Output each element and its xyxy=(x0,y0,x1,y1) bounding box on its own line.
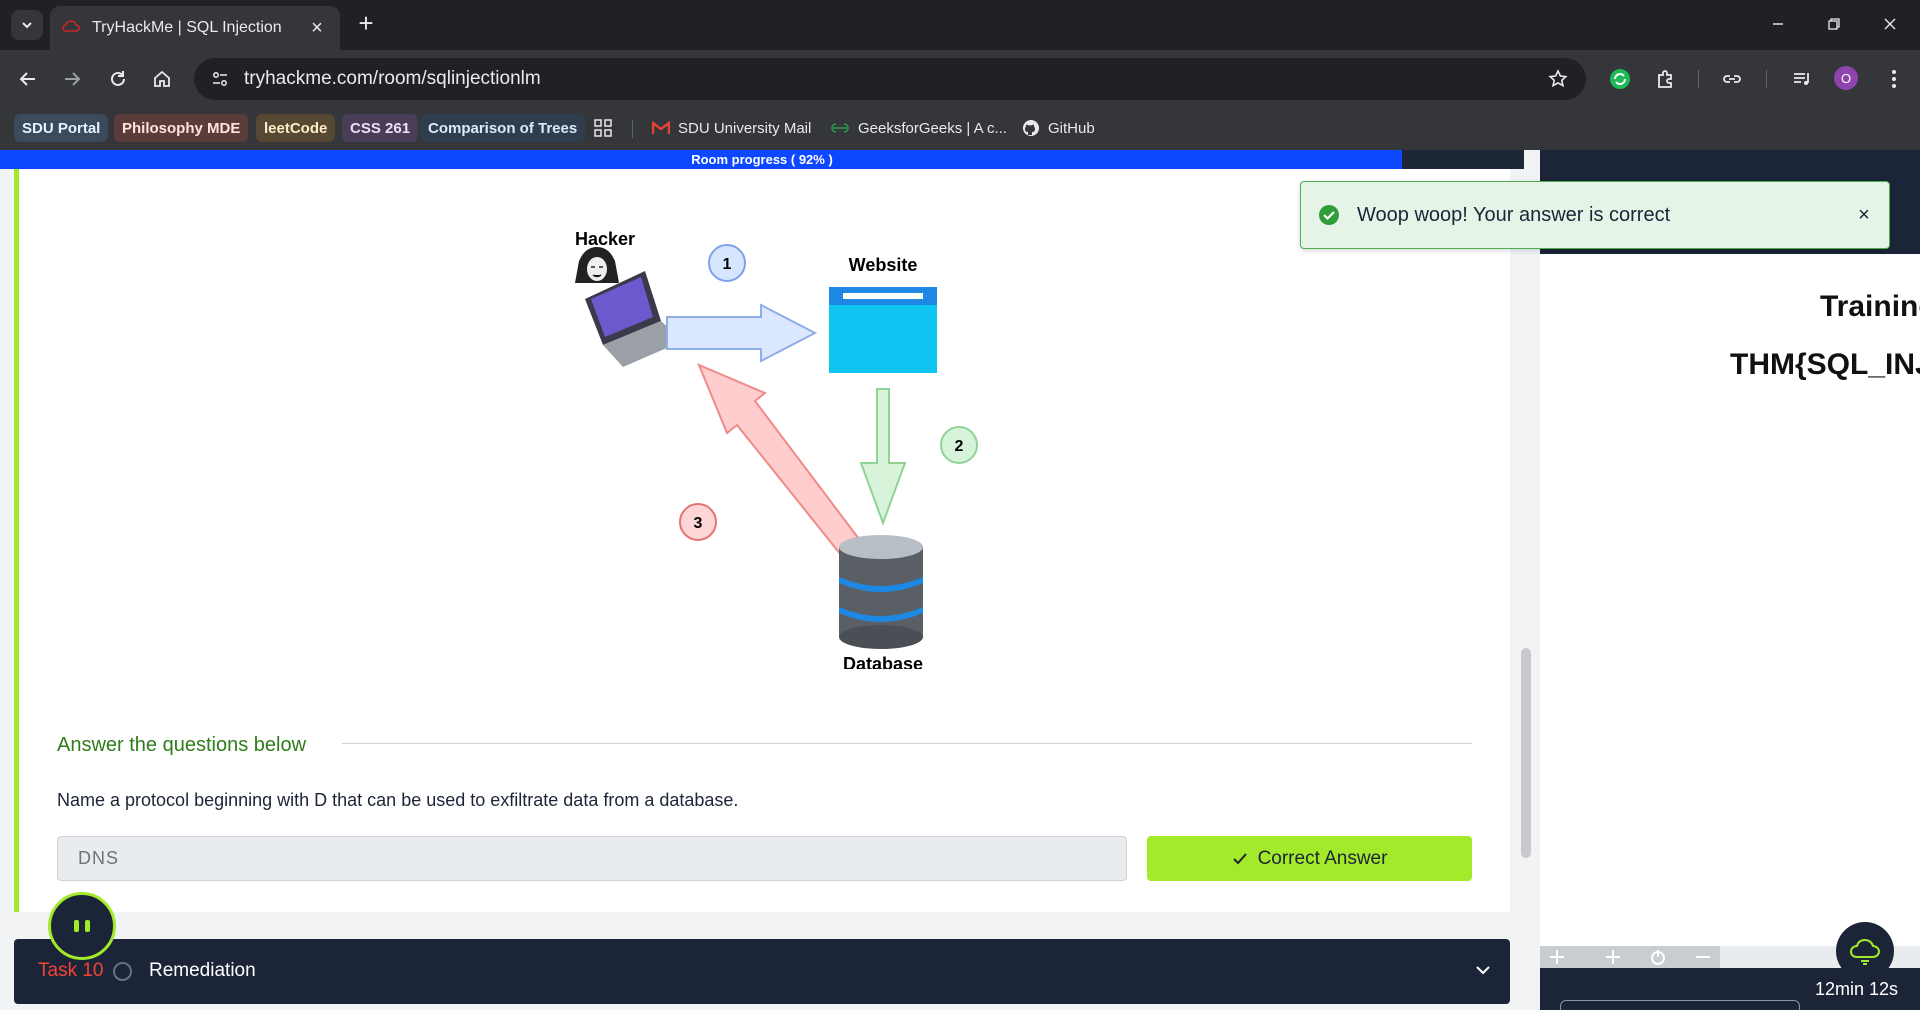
minimize-icon xyxy=(1773,23,1783,25)
question-text: Name a protocol beginning with D that ca… xyxy=(57,790,739,810)
assistant-fab-button[interactable] xyxy=(48,892,116,960)
geeksforgeeks-icon xyxy=(830,122,850,134)
bookmark-sdu-portal[interactable]: SDU Portal xyxy=(14,114,109,142)
forward-button[interactable] xyxy=(54,61,90,97)
bookmark-leetcode[interactable]: leetCode xyxy=(256,114,336,142)
restore-icon xyxy=(1828,18,1840,30)
bookmark-label: GitHub xyxy=(1048,119,1095,137)
task-title: Remediation xyxy=(149,960,256,981)
website-icon xyxy=(829,287,937,373)
heading-divider xyxy=(342,743,1472,744)
machine-timer: 12min 12s xyxy=(1815,979,1899,999)
flag-text: THM{SQL_INJ xyxy=(1730,348,1920,381)
bookmark-sdu-mail[interactable]: SDU University Mail xyxy=(652,114,811,142)
bookmark-comparison-of-trees[interactable]: Comparison of Trees xyxy=(420,114,586,142)
machine-tab[interactable] xyxy=(1560,1000,1800,1010)
assistant-eye-icon xyxy=(85,920,90,932)
correct-answer-button[interactable]: Correct Answer xyxy=(1147,836,1472,881)
gmail-icon xyxy=(652,121,670,135)
step-3-number: 3 xyxy=(694,515,703,532)
tab-title: TryHackMe | SQL Injection xyxy=(92,19,282,36)
extensions-puzzle-icon[interactable] xyxy=(1650,63,1682,95)
address-bar[interactable]: tryhackme.com/room/sqlinjectionlm xyxy=(194,58,1586,100)
toolbar-divider xyxy=(1766,70,1767,88)
hacker-label: Hacker xyxy=(575,229,635,249)
check-circle-icon xyxy=(1319,205,1339,225)
url-text: tryhackme.com/room/sqlinjectionlm xyxy=(244,68,541,89)
bookmark-label: GeeksforGeeks | A c... xyxy=(858,119,1007,137)
extension-sync-icon[interactable] xyxy=(1604,63,1636,95)
media-queue-icon[interactable] xyxy=(1786,63,1818,95)
chevron-down-icon xyxy=(22,22,32,29)
answer-questions-heading: Answer the questions below xyxy=(57,734,307,756)
bookmark-star-icon[interactable] xyxy=(1538,69,1578,89)
tab-close-icon[interactable]: × xyxy=(306,17,328,40)
bookmark-label: SDU University Mail xyxy=(678,119,812,137)
room-progress-label: Room progress ( 92% ) xyxy=(691,152,833,167)
toast-close-icon[interactable]: × xyxy=(1839,204,1889,227)
sqli-exfiltration-diagram: Hacker 1 Website 2 3 Database xyxy=(575,229,978,669)
tab-search-button[interactable] xyxy=(11,10,43,40)
cloud-chat-icon xyxy=(1849,938,1881,965)
site-info-icon[interactable] xyxy=(202,70,238,88)
tryhackme-favicon-icon xyxy=(62,20,80,32)
chevron-down-icon[interactable] xyxy=(1474,961,1492,984)
task-number: Task 10 xyxy=(38,960,104,981)
toolbar-divider xyxy=(1698,70,1699,88)
bookmarks-divider xyxy=(632,120,633,138)
close-icon xyxy=(1884,18,1896,30)
bookmark-philosophy-mde[interactable]: Philosophy MDE xyxy=(114,114,249,142)
assistant-eye-icon xyxy=(74,920,79,932)
database-icon xyxy=(839,535,923,649)
more-menu-icon[interactable] xyxy=(1878,63,1910,95)
chat-assistant-button[interactable] xyxy=(1836,922,1894,980)
arrow-website-to-database xyxy=(859,388,907,526)
correct-answer-label: Correct Answer xyxy=(1257,847,1388,869)
apps-grid-icon[interactable] xyxy=(594,114,612,142)
task-10-header[interactable]: Task 10 Remediation xyxy=(14,939,1510,1004)
check-icon xyxy=(1232,852,1248,866)
bookmarks-bar: SDU Portal Philosophy MDE leetCode CSS 2… xyxy=(0,108,1920,150)
toast-message: Woop woop! Your answer is correct xyxy=(1357,203,1671,226)
step-2-number: 2 xyxy=(955,438,964,455)
database-label: Database xyxy=(843,654,923,669)
restore-button[interactable] xyxy=(1814,8,1854,40)
link-icon[interactable] xyxy=(1716,63,1748,95)
bookmark-geeksforgeeks[interactable]: GeeksforGeeks | A c... xyxy=(830,114,1007,142)
github-icon xyxy=(1022,119,1040,137)
page-viewport: Room progress ( 92% ) Hacker 1 Website 2… xyxy=(0,150,1920,1010)
home-button[interactable] xyxy=(144,61,180,97)
answer-field[interactable]: DNS xyxy=(57,836,1127,881)
success-toast: Woop woop! Your answer is correct × xyxy=(1300,181,1890,249)
page-scrollbar-thumb[interactable] xyxy=(1521,648,1531,858)
reload-icon xyxy=(111,71,125,86)
vm-control-buttons[interactable] xyxy=(1540,946,1720,968)
bookmark-github[interactable]: GitHub xyxy=(1022,114,1095,142)
arrow-right-icon xyxy=(65,72,81,86)
bookmark-css-261[interactable]: CSS 261 xyxy=(342,114,419,142)
split-view-pane: Training THM{SQL_INJ 12min 12s xyxy=(1540,150,1920,1010)
step-1-number: 1 xyxy=(723,256,732,273)
minimize-button[interactable] xyxy=(1758,8,1798,40)
reload-button[interactable] xyxy=(100,61,136,97)
website-label: Website xyxy=(849,255,918,275)
arrow-database-to-hacker xyxy=(697,363,867,578)
training-text: Training xyxy=(1820,290,1920,323)
browser-toolbar: tryhackme.com/room/sqlinjectionlm xyxy=(0,50,1920,108)
task-status-circle-icon xyxy=(113,962,132,981)
close-window-button[interactable] xyxy=(1870,8,1910,40)
browser-tab-strip: TryHackMe | SQL Injection × + xyxy=(0,0,1920,50)
arrow-hacker-to-website xyxy=(666,303,818,363)
vm-controls-icon xyxy=(1550,950,1710,965)
arrow-left-icon xyxy=(19,72,35,86)
profile-avatar[interactable]: O xyxy=(1834,66,1858,90)
new-tab-button[interactable]: + xyxy=(352,10,380,38)
back-button[interactable] xyxy=(10,61,46,97)
home-icon xyxy=(154,70,170,87)
browser-tab-active[interactable]: TryHackMe | SQL Injection × xyxy=(50,6,340,50)
